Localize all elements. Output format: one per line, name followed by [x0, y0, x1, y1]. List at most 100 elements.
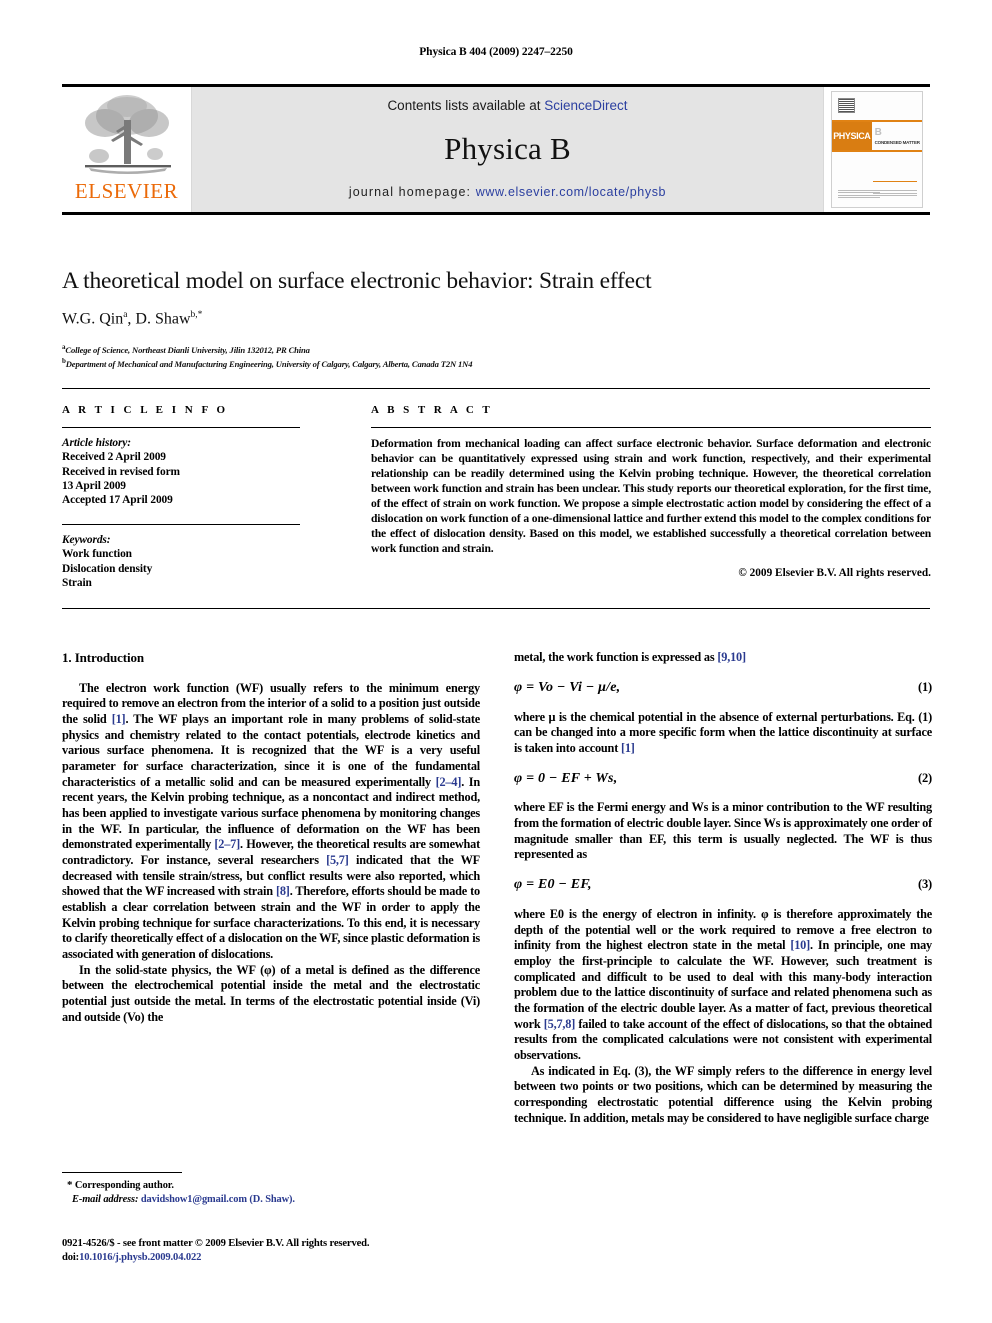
abstract-bottom-rule — [62, 608, 930, 609]
author-2-affil-marker[interactable]: b,* — [191, 310, 203, 320]
author-list: W.G. Qina, D. Shawb,* — [62, 310, 202, 328]
keywords-label: Keywords: — [62, 533, 111, 546]
journal-cover-thumbnail: PHYSICA B CONDENSED MATTER — [823, 87, 930, 212]
paragraph-right-1: metal, the work function is expressed as… — [514, 650, 932, 666]
paragraph-intro-2: In the solid-state physics, the WF (φ) o… — [62, 962, 480, 1024]
body-column-left: 1. Introduction The electron work functi… — [62, 650, 480, 1025]
equation-2-number: (2) — [918, 770, 932, 785]
affiliation-b-text: Department of Mechanical and Manufacturi… — [65, 358, 473, 369]
history-item: Received in revised form — [62, 465, 180, 478]
right-text-b: where μ is the chemical potential in the… — [514, 709, 932, 755]
issn-line: 0921-4526/$ - see front matter © 2009 El… — [62, 1238, 370, 1249]
footnote-block: * Corresponding author. E-mail address: … — [62, 1172, 480, 1206]
cover-title-band: PHYSICA B CONDENSED MATTER — [832, 120, 922, 152]
abstract-heading: A B S T R A C T — [371, 404, 493, 416]
journal-homepage-line: journal homepage: www.elsevier.com/locat… — [349, 185, 666, 199]
right-text-e: failed to take account of the effect of … — [514, 1016, 932, 1062]
keywords-block: Keywords: Work function Dislocation dens… — [62, 533, 300, 590]
banner-center: Contents lists available at ScienceDirec… — [192, 87, 823, 212]
cover-publisher-icon — [838, 98, 855, 113]
equation-3: φ = E0 − EF, (3) — [514, 876, 932, 894]
elsevier-tree-icon — [84, 95, 171, 174]
equation-1-body: φ = Vo − Vi − μ/e, — [514, 679, 621, 695]
issn-block: 0921-4526/$ - see front matter © 2009 El… — [62, 1237, 492, 1266]
citation-1b[interactable]: [1] — [621, 741, 635, 755]
abstract-text: Deformation from mechanical loading can … — [371, 437, 931, 556]
paragraph-intro-1: The electron work function (WF) usually … — [62, 681, 480, 963]
cover-band-physica: PHYSICA — [832, 122, 872, 150]
paragraph-right-2: where μ is the chemical potential in the… — [514, 710, 932, 757]
keywords-rule — [62, 523, 300, 525]
doi-link[interactable]: 10.1016/j.physb.2009.04.022 — [79, 1252, 201, 1263]
elsevier-wordmark: ELSEVIER — [74, 179, 179, 203]
section-heading-introduction: 1. Introduction — [62, 650, 145, 665]
page-title: A theoretical model on surface electroni… — [62, 268, 652, 294]
journal-homepage-link[interactable]: www.elsevier.com/locate/physb — [476, 185, 666, 199]
intro-text-b: . The WF plays an important role in many… — [62, 711, 480, 789]
article-history-label: Article history: — [62, 437, 131, 449]
keyword-item: Work function — [62, 548, 132, 561]
corresponding-author-line: * Corresponding author. — [62, 1178, 480, 1193]
footnote-rule — [62, 1172, 182, 1173]
affiliation-b: bDepartment of Mechanical and Manufactur… — [62, 357, 473, 369]
doi-line: doi:10.1016/j.physb.2009.04.022 — [62, 1251, 492, 1265]
cover-rule — [873, 181, 917, 182]
paragraph-right-3: where EF is the Fermi energy and Ws is a… — [514, 800, 932, 862]
email-label: E-mail address: — [72, 1193, 139, 1205]
citation-8[interactable]: [8] — [276, 884, 290, 898]
equation-3-body: φ = E0 − EF, — [514, 877, 592, 893]
keyword-item: Dislocation density — [62, 562, 153, 575]
corresponding-author-marker: * — [67, 1179, 73, 1191]
journal-title: Physica B — [444, 131, 571, 166]
homepage-prefix: journal homepage: — [348, 185, 476, 199]
running-head: Physica B 404 (2009) 2247–2250 — [419, 46, 573, 58]
sciencedirect-link[interactable]: ScienceDirect — [544, 98, 627, 113]
citation-5-7[interactable]: [5,7] — [326, 853, 349, 867]
abstract-copyright: © 2009 Elsevier B.V. All rights reserved… — [738, 566, 931, 579]
info-top-rule — [62, 388, 930, 389]
email-link[interactable]: davidshow1@gmail.com (D. Shaw). — [138, 1194, 295, 1205]
paper-page: Physica B 404 (2009) 2247–2250 ELSEVIER … — [0, 0, 992, 1323]
history-item: Received 2 April 2009 — [62, 451, 166, 464]
cover-footer-right — [873, 190, 917, 198]
citation-2-4[interactable]: [2–4] — [436, 775, 462, 789]
affiliation-a: aCollege of Science, Northeast Dianli Un… — [62, 343, 310, 355]
equation-1-number: (1) — [918, 679, 932, 694]
citation-10[interactable]: [10] — [790, 938, 810, 952]
article-info-heading: A R T I C L E I N F O — [62, 404, 229, 416]
body-column-right: metal, the work function is expressed as… — [514, 650, 932, 1126]
author-2: , D. Shaw — [127, 310, 191, 328]
corresponding-author-label: Corresponding author. — [74, 1180, 174, 1191]
keyword-item: Strain — [62, 576, 92, 589]
contents-lists-line: Contents lists available at ScienceDirec… — [387, 98, 627, 113]
right-text-a: metal, the work function is expressed as — [514, 650, 718, 664]
abstract-rule — [371, 427, 931, 428]
journal-banner: ELSEVIER Contents lists available at Sci… — [62, 84, 930, 215]
abstract-block: A B S T R A C T Deformation from mechani… — [371, 404, 931, 579]
article-info-block: A R T I C L E I N F O Article history: R… — [62, 404, 300, 590]
affiliation-a-text: College of Science, Northeast Dianli Uni… — [65, 344, 310, 355]
email-line: E-mail address: davidshow1@gmail.com (D.… — [62, 1193, 480, 1207]
cover-band-b: B — [874, 126, 882, 138]
citation-9-10[interactable]: [9,10] — [717, 650, 746, 664]
equation-1: φ = Vo − Vi − μ/e, (1) — [514, 679, 932, 697]
cover-band-subtitle: CONDENSED MATTER — [874, 139, 920, 145]
article-history: Article history: Received 2 April 2009 R… — [62, 436, 300, 508]
article-info-rule — [62, 427, 300, 428]
elsevier-logo: ELSEVIER — [62, 87, 192, 212]
contents-prefix: Contents lists available at — [387, 98, 545, 113]
cover-inner: PHYSICA B CONDENSED MATTER — [831, 91, 923, 208]
history-item: 13 April 2009 — [62, 480, 126, 493]
author-1: W.G. Qin — [62, 310, 124, 328]
paragraph-right-4: where E0 is the energy of electron in in… — [514, 907, 932, 1064]
history-item: Accepted 17 April 2009 — [62, 494, 173, 507]
equation-3-number: (3) — [918, 877, 932, 892]
citation-2-7[interactable]: [2–7] — [214, 837, 240, 851]
citation-5-7-8[interactable]: [5,7,8] — [544, 1017, 576, 1031]
citation-1[interactable]: [1] — [112, 712, 126, 726]
doi-label: doi: — [62, 1252, 80, 1264]
cover-band-right: B CONDENSED MATTER — [872, 122, 922, 150]
equation-2-body: φ = 0 − EF + Ws, — [514, 770, 618, 786]
paragraph-right-5: As indicated in Eq. (3), the WF simply r… — [514, 1063, 932, 1125]
